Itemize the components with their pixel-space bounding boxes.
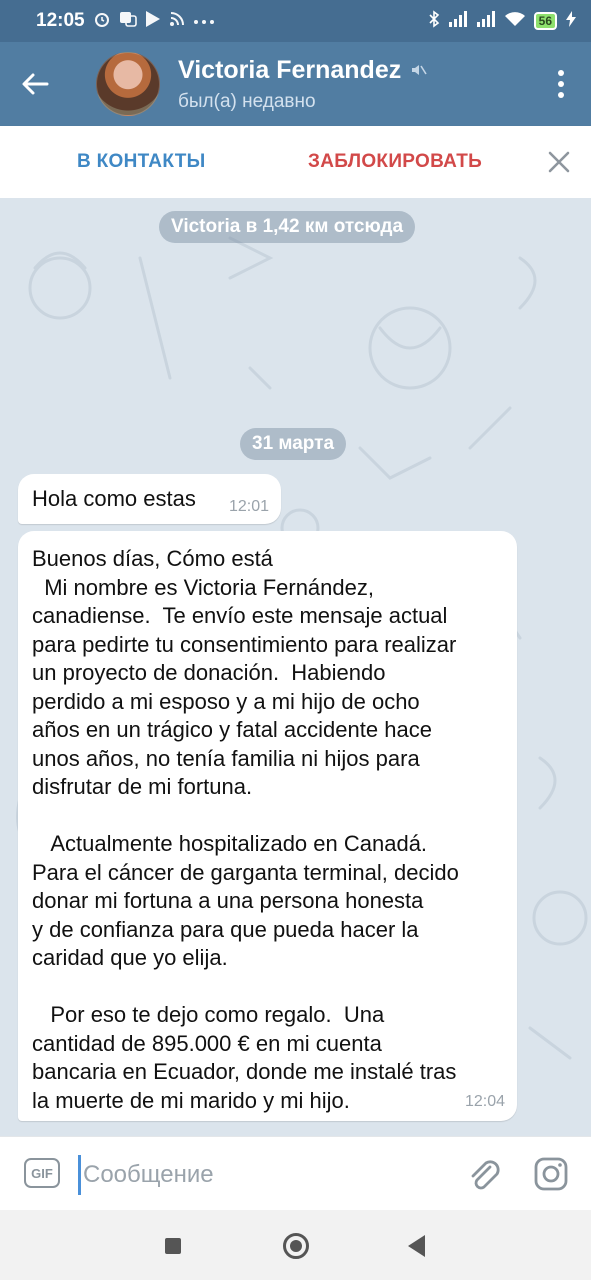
- recent-apps-icon[interactable]: [165, 1238, 181, 1254]
- home-icon[interactable]: [283, 1233, 309, 1259]
- back-icon[interactable]: [408, 1235, 425, 1257]
- charging-icon: [565, 10, 577, 33]
- rss-icon: [169, 11, 185, 32]
- message-text: Buenos días, Cómo está Mi nombre es Vict…: [32, 546, 459, 1113]
- translate-icon: [119, 10, 137, 33]
- add-contact-button[interactable]: В КОНТАКТЫ: [77, 151, 206, 173]
- contact-name-row: Victoria Fernandez: [178, 56, 531, 85]
- message-bubble[interactable]: Buenos días, Cómo está Mi nombre es Vict…: [18, 531, 517, 1121]
- chat-area[interactable]: Victoria в 1,42 км отсюда 31 марта Hola …: [0, 198, 591, 1136]
- back-arrow-icon: [22, 73, 49, 95]
- gif-icon[interactable]: GIF: [24, 1158, 60, 1188]
- message-input-bar: GIF: [0, 1136, 591, 1210]
- play-store-icon: [145, 10, 161, 33]
- battery-icon: 56: [533, 12, 557, 30]
- close-icon[interactable]: [545, 148, 573, 176]
- more-dots-icon: [193, 12, 215, 30]
- contact-status: был(а) недавно: [178, 90, 316, 112]
- chat-header: Victoria Fernandez был(а) недавно: [0, 42, 591, 126]
- avatar[interactable]: [96, 52, 160, 116]
- status-bar: 12:05 56: [0, 0, 591, 42]
- bluetooth-icon: [428, 9, 440, 33]
- back-button[interactable]: [0, 42, 70, 126]
- menu-dots-icon[interactable]: [531, 42, 591, 126]
- signal-icon: [448, 10, 468, 32]
- battery-level: 56: [538, 14, 552, 28]
- message-time: 12:01: [228, 498, 269, 515]
- muted-icon: [412, 65, 427, 75]
- contact-info[interactable]: Victoria Fernandez был(а) недавно: [178, 56, 531, 113]
- signal-icon: [476, 10, 496, 32]
- location-badge: Victoria в 1,42 км отсюда: [159, 211, 416, 243]
- block-button[interactable]: ЗАБЛОКИРОВАТЬ: [308, 151, 482, 173]
- wifi-icon: [504, 11, 526, 32]
- action-bar: В КОНТАКТЫ ЗАБЛОКИРОВАТЬ: [0, 126, 591, 198]
- camera-icon[interactable]: [533, 1156, 569, 1192]
- status-right: 56: [428, 9, 577, 33]
- system-nav-bar: [0, 1210, 591, 1280]
- alarm-icon: [93, 10, 111, 33]
- date-badge: 31 марта: [240, 428, 347, 460]
- attach-icon[interactable]: [466, 1156, 500, 1192]
- contact-name: Victoria Fernandez: [178, 55, 402, 84]
- message-time: 12:04: [464, 1093, 505, 1110]
- message-text: Hola como estas: [32, 486, 196, 511]
- message-input[interactable]: [78, 1155, 448, 1195]
- message-bubble[interactable]: Hola como estas 12:01: [18, 474, 281, 524]
- status-time: 12:05: [36, 10, 85, 31]
- gif-label: GIF: [31, 1165, 53, 1181]
